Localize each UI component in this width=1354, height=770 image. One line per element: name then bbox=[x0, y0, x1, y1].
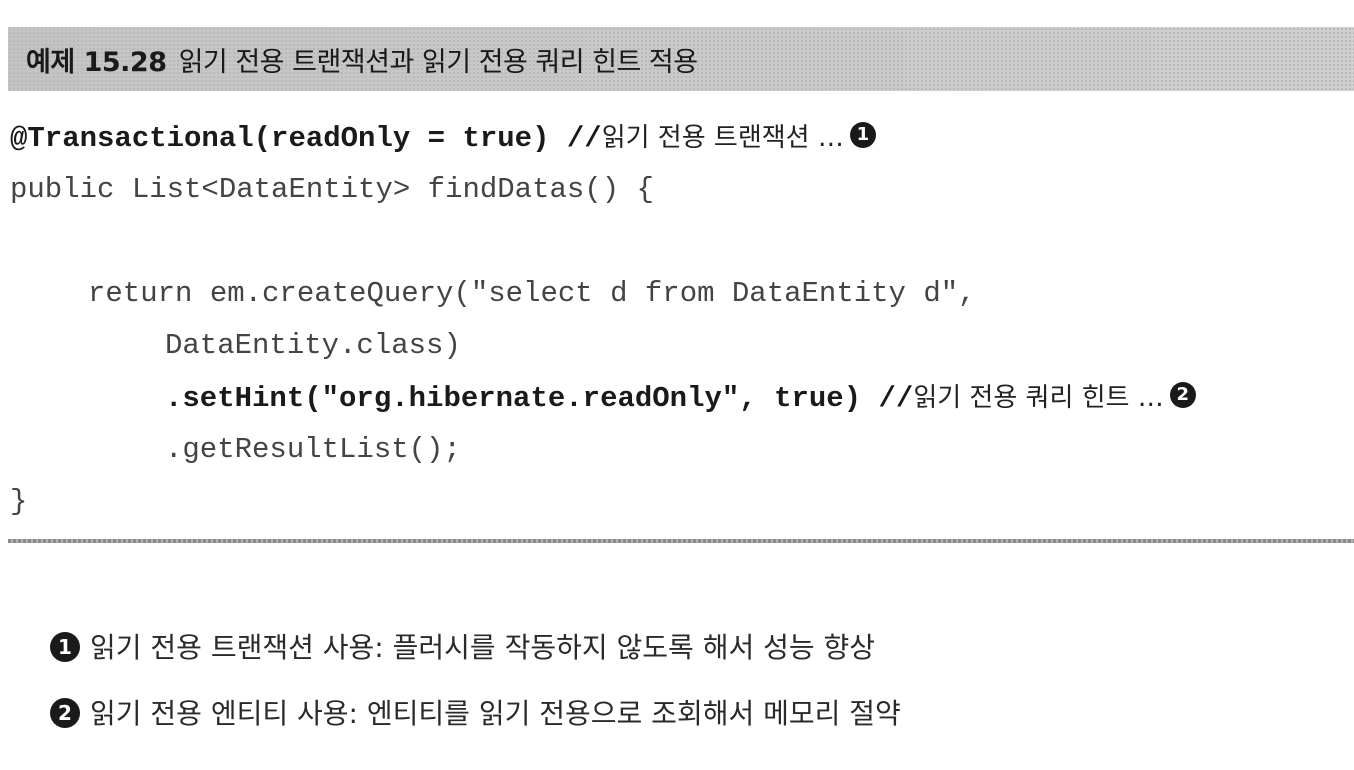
code-comment: 읽기 전용 트랜잭션 … bbox=[601, 123, 844, 153]
code-line-7: .getResultList(); bbox=[165, 433, 461, 466]
marker-1-icon: 1 bbox=[849, 122, 876, 149]
code-sethint: .setHint("org.hibernate.readOnly", true)… bbox=[165, 382, 914, 415]
code-line-6: .setHint("org.hibernate.readOnly", true)… bbox=[10, 372, 1350, 424]
code-line-5: DataEntity.class) bbox=[165, 329, 461, 362]
notes-list: 1 읽기 전용 트랜잭션 사용: 플러시를 작동하지 않도록 해서 성능 향상 … bbox=[50, 628, 901, 760]
example-title-bar: 예제 15.28 읽기 전용 트랜잭션과 읽기 전용 쿼리 힌트 적용 bbox=[8, 27, 1354, 91]
example-number: 예제 15.28 bbox=[26, 46, 167, 78]
note-item: 1 읽기 전용 트랜잭션 사용: 플러시를 작동하지 않도록 해서 성능 향상 bbox=[50, 628, 901, 694]
code-annotation: @Transactional(readOnly = true) // bbox=[10, 122, 602, 155]
marker-1-icon: 1 bbox=[50, 632, 80, 662]
code-line-2: public List<DataEntity> findDatas() { bbox=[10, 173, 654, 206]
code-comment: 읽기 전용 쿼리 힌트 … bbox=[913, 383, 1164, 413]
code-divider bbox=[8, 539, 1354, 543]
note-item: 2 읽기 전용 엔티티 사용: 엔티티를 읽기 전용으로 조회해서 메모리 절약 bbox=[50, 694, 901, 760]
code-line-1: @Transactional(readOnly = true) //읽기 전용 … bbox=[10, 112, 1350, 164]
code-block: @Transactional(readOnly = true) //읽기 전용 … bbox=[10, 112, 1350, 528]
example-title-text: 읽기 전용 트랜잭션과 읽기 전용 쿼리 힌트 적용 bbox=[178, 46, 699, 78]
code-line-8: } bbox=[10, 485, 28, 518]
note-text: 읽기 전용 트랜잭션 사용: 플러시를 작동하지 않도록 해서 성능 향상 bbox=[90, 631, 876, 664]
code-line-4: return em.createQuery("select d from Dat… bbox=[88, 277, 976, 310]
example-title: 예제 15.28 읽기 전용 트랜잭션과 읽기 전용 쿼리 힌트 적용 bbox=[26, 40, 698, 79]
marker-2-icon: 2 bbox=[1169, 382, 1196, 409]
note-text: 읽기 전용 엔티티 사용: 엔티티를 읽기 전용으로 조회해서 메모리 절약 bbox=[90, 697, 901, 730]
marker-2-icon: 2 bbox=[50, 698, 80, 728]
